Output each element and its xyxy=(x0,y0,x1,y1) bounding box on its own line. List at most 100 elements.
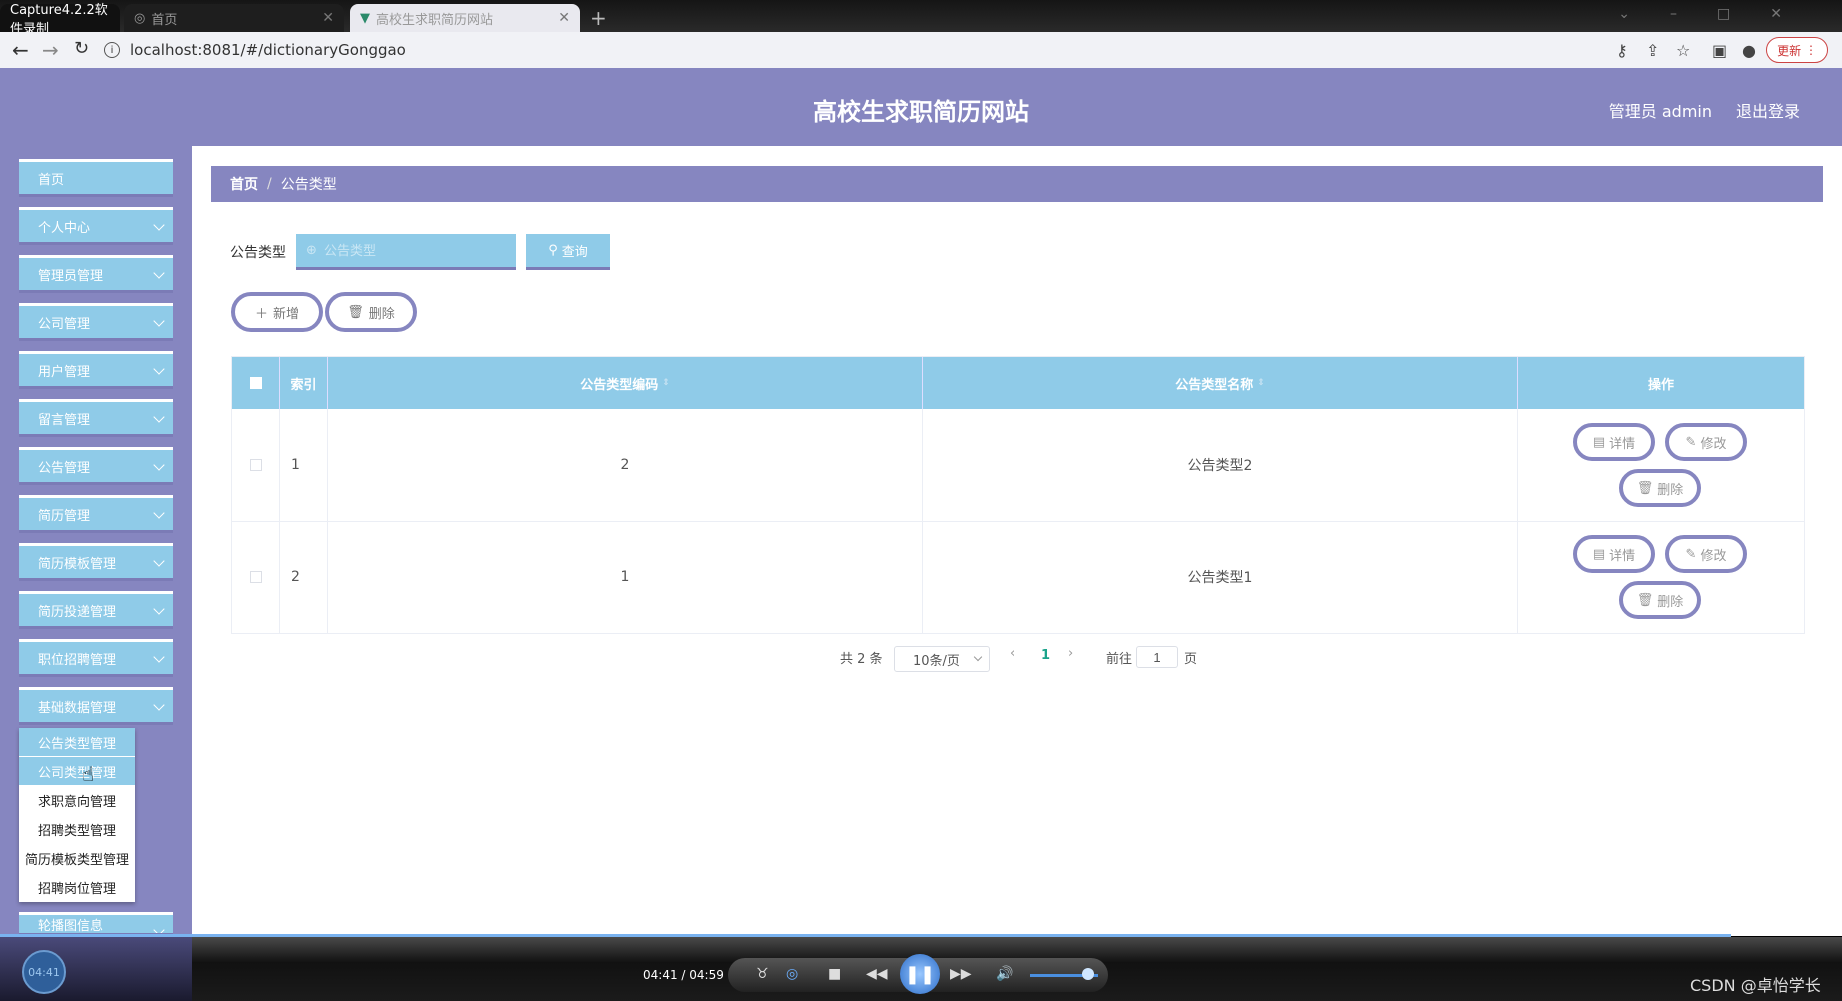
detail-button[interactable]: ▤ 详情 xyxy=(1573,535,1655,573)
fast-forward-icon[interactable]: ▶▶ xyxy=(950,966,972,982)
star-icon[interactable]: ☆ xyxy=(1676,41,1690,60)
chevron-down-icon xyxy=(153,219,165,231)
document-icon: ▤ xyxy=(1592,434,1606,450)
profile-icon[interactable]: ● xyxy=(1742,41,1756,60)
volume-icon[interactable]: 🔊 xyxy=(996,966,1013,982)
submenu-item-recruit-type[interactable]: 招聘类型管理 xyxy=(19,815,135,843)
breadcrumb: 首页 / 公告类型 xyxy=(211,166,1823,202)
sidebar-item-notices[interactable]: 公告管理 xyxy=(19,447,173,485)
close-icon[interactable]: ✕ xyxy=(322,10,334,26)
delete-button[interactable]: 🗑 删除 xyxy=(1619,581,1701,619)
edit-button[interactable]: ✎ 修改 xyxy=(1665,535,1747,573)
submenu-item-company-type[interactable]: 公司类型管理 xyxy=(19,757,135,785)
vue-icon: ▼ xyxy=(360,10,370,26)
breadcrumb-home[interactable]: 首页 xyxy=(230,174,258,194)
data-table: 索引 公告类型编码 ⇕ 公告类型名称 ⇕ 操作 1 2 公告类型2 ▤ 详情 ✎ 修改 … xyxy=(231,356,1805,634)
plus-icon: ＋ xyxy=(254,306,268,322)
key-icon[interactable]: ⚷ xyxy=(1616,41,1628,60)
row-select[interactable] xyxy=(232,521,280,633)
window-controls[interactable]: ⌄–□✕ xyxy=(1618,6,1822,22)
trash-icon: 🗑 xyxy=(1636,480,1654,496)
header-select-all[interactable] xyxy=(232,357,280,409)
sort-icon[interactable]: ⇕ xyxy=(1257,378,1265,388)
stop-icon[interactable]: ■ xyxy=(828,966,841,982)
row-checkbox[interactable] xyxy=(249,571,262,583)
site-header: 高校生求职简历网站 管理员 admin 退出登录 xyxy=(0,68,1842,146)
sort-icon[interactable]: ⇕ xyxy=(662,378,670,388)
browser-tab-bar: Capture4.2.2软件录制 ◎ 首页 ✕ ▼ 高校生求职简历网站 ✕ + ⌄–□✕ xyxy=(0,0,1842,37)
sidebar-item-personal-center[interactable]: 个人中心 xyxy=(19,207,173,245)
rewind-icon[interactable]: ◀◀ xyxy=(866,966,888,982)
current-page[interactable]: 1 xyxy=(1041,648,1050,663)
breadcrumb-separator: / xyxy=(267,176,272,192)
edit-button[interactable]: ✎ 修改 xyxy=(1665,423,1747,461)
row-code: 2 xyxy=(328,409,923,521)
video-time: 04:41 / 04:59 xyxy=(643,968,724,982)
chevron-down-icon xyxy=(153,363,165,375)
sidebar-item-admin[interactable]: 管理员管理 xyxy=(19,255,173,293)
sidebar-item-messages[interactable]: 留言管理 xyxy=(19,399,173,437)
info-icon: i xyxy=(104,42,120,58)
close-icon[interactable]: ✕ xyxy=(558,10,570,26)
delete-button[interactable]: 🗑 删除 xyxy=(1619,469,1701,507)
update-button[interactable]: 更新 ⋮ xyxy=(1766,37,1828,63)
logout-link[interactable]: 退出登录 xyxy=(1736,98,1800,122)
row-actions: ▤ 详情 ✎ 修改 🗑 删除 xyxy=(1518,409,1804,521)
elapsed-clock: 04:41 xyxy=(22,950,66,994)
chevron-down-icon xyxy=(153,267,165,279)
sidebar-item-carousel[interactable]: 轮播图信息 xyxy=(19,912,173,936)
submenu-item-notice-type[interactable]: 公告类型管理 xyxy=(19,728,135,756)
page-size-select[interactable]: 10条/页 xyxy=(894,646,990,672)
table-row: 1 2 公告类型2 ▤ 详情 ✎ 修改 🗑 删除 xyxy=(232,409,1804,522)
url-field[interactable]: i localhost:8081/#/dictionaryGonggao xyxy=(104,36,1604,64)
browser-tab[interactable]: Capture4.2.2软件录制 xyxy=(0,3,120,37)
forward-icon[interactable]: → xyxy=(42,38,59,62)
pause-button[interactable]: ❚❚ xyxy=(900,954,940,994)
submenu-item-recruit-position[interactable]: 招聘岗位管理 xyxy=(19,873,135,901)
batch-delete-button[interactable]: 🗑 删除 xyxy=(325,292,417,332)
row-select[interactable] xyxy=(232,409,280,521)
globe-icon: ◎ xyxy=(134,10,146,26)
pagination-total: 共 2 条 xyxy=(840,652,883,667)
share-icon[interactable]: ⇪ xyxy=(1646,41,1659,60)
row-checkbox[interactable] xyxy=(249,459,262,471)
tab-label: 高校生求职简历网站 xyxy=(376,12,494,28)
row-code: 1 xyxy=(328,521,923,633)
add-button[interactable]: ＋新增 xyxy=(231,292,323,332)
row-name: 公告类型1 xyxy=(923,521,1518,633)
header-code[interactable]: 公告类型编码 ⇕ xyxy=(328,357,923,409)
current-user: 管理员 admin xyxy=(1608,102,1712,121)
back-icon[interactable]: ← xyxy=(12,38,29,62)
new-tab-icon[interactable]: + xyxy=(590,6,607,30)
submenu-item-template-type[interactable]: 简历模板类型管理 xyxy=(19,844,135,872)
search-input[interactable] xyxy=(296,232,516,270)
goto-unit: 页 xyxy=(1184,652,1198,667)
site-title: 高校生求职简历网站 xyxy=(813,98,1029,126)
goto-page-input[interactable] xyxy=(1136,646,1178,668)
prev-page-icon[interactable]: ‹ xyxy=(1010,646,1015,661)
chevron-down-icon xyxy=(973,652,983,662)
select-all-checkbox[interactable] xyxy=(249,377,262,389)
header-name[interactable]: 公告类型名称 ⇕ xyxy=(923,357,1518,409)
loop-icon[interactable]: ♉ xyxy=(756,966,769,982)
sidebar-item-resume-delivery[interactable]: 简历投递管理 xyxy=(19,591,173,629)
search-icon: ⚲ xyxy=(548,243,558,258)
sidepanel-icon[interactable]: ▣ xyxy=(1712,41,1727,60)
sidebar-item-base-data[interactable]: 基础数据管理 xyxy=(19,687,173,725)
detail-button[interactable]: ▤ 详情 xyxy=(1573,423,1655,461)
submenu-item-job-intention[interactable]: 求职意向管理 xyxy=(19,786,135,814)
browser-tab-active[interactable]: ▼ 高校生求职简历网站 ✕ xyxy=(350,4,580,32)
query-button[interactable]: ⚲ 查询 xyxy=(526,232,610,270)
sidebar-item-home[interactable]: 首页 xyxy=(19,159,173,197)
record-icon[interactable]: ◎ xyxy=(786,966,798,982)
volume-knob[interactable] xyxy=(1081,968,1094,980)
sidebar-item-company[interactable]: 公司管理 xyxy=(19,303,173,341)
sidebar-item-users[interactable]: 用户管理 xyxy=(19,351,173,389)
sidebar-item-resumes[interactable]: 简历管理 xyxy=(19,495,173,533)
pencil-icon: ✎ xyxy=(1685,434,1697,450)
chevron-down-icon xyxy=(153,315,165,327)
sidebar-item-resume-templates[interactable]: 简历模板管理 xyxy=(19,543,173,581)
reload-icon[interactable]: ↻ xyxy=(74,38,89,59)
next-page-icon[interactable]: › xyxy=(1068,646,1073,661)
browser-tab[interactable]: ◎ 首页 ✕ xyxy=(124,4,344,32)
